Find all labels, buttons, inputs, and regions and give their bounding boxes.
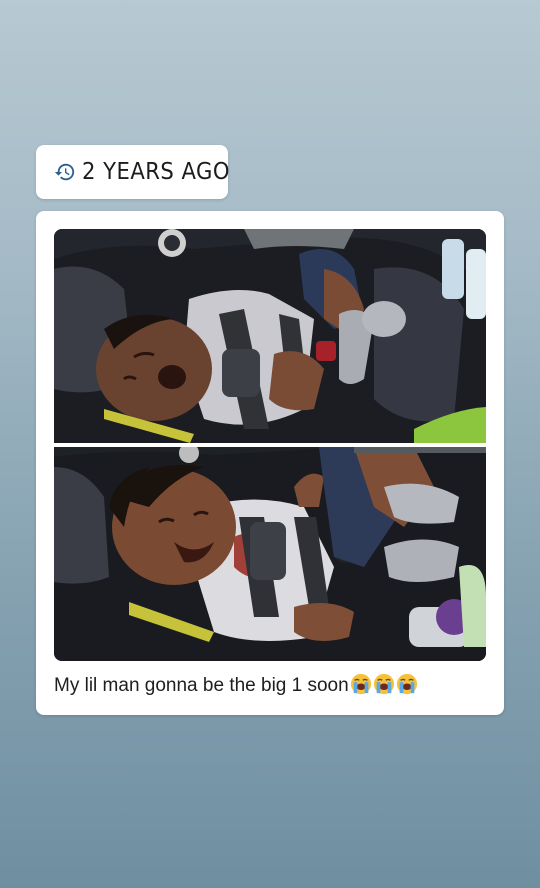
photo-baby-yawning[interactable] — [54, 229, 486, 443]
memory-badge[interactable]: 2 YEARS AGO — [36, 145, 231, 199]
memory-badge-label: 2 YEARS AGO — [82, 159, 231, 185]
memory-post-card[interactable]: My lil man gonna be the big 1 soon — [36, 211, 504, 715]
loudly-crying-face-icon — [373, 673, 395, 695]
post-caption: My lil man gonna be the big 1 soon — [54, 671, 486, 701]
history-icon — [54, 161, 76, 183]
photo-baby-smiling[interactable] — [54, 447, 486, 661]
loudly-crying-face-icon — [350, 673, 372, 695]
caption-text: My lil man gonna be the big 1 soon — [54, 675, 349, 696]
loudly-crying-face-icon — [396, 673, 418, 695]
